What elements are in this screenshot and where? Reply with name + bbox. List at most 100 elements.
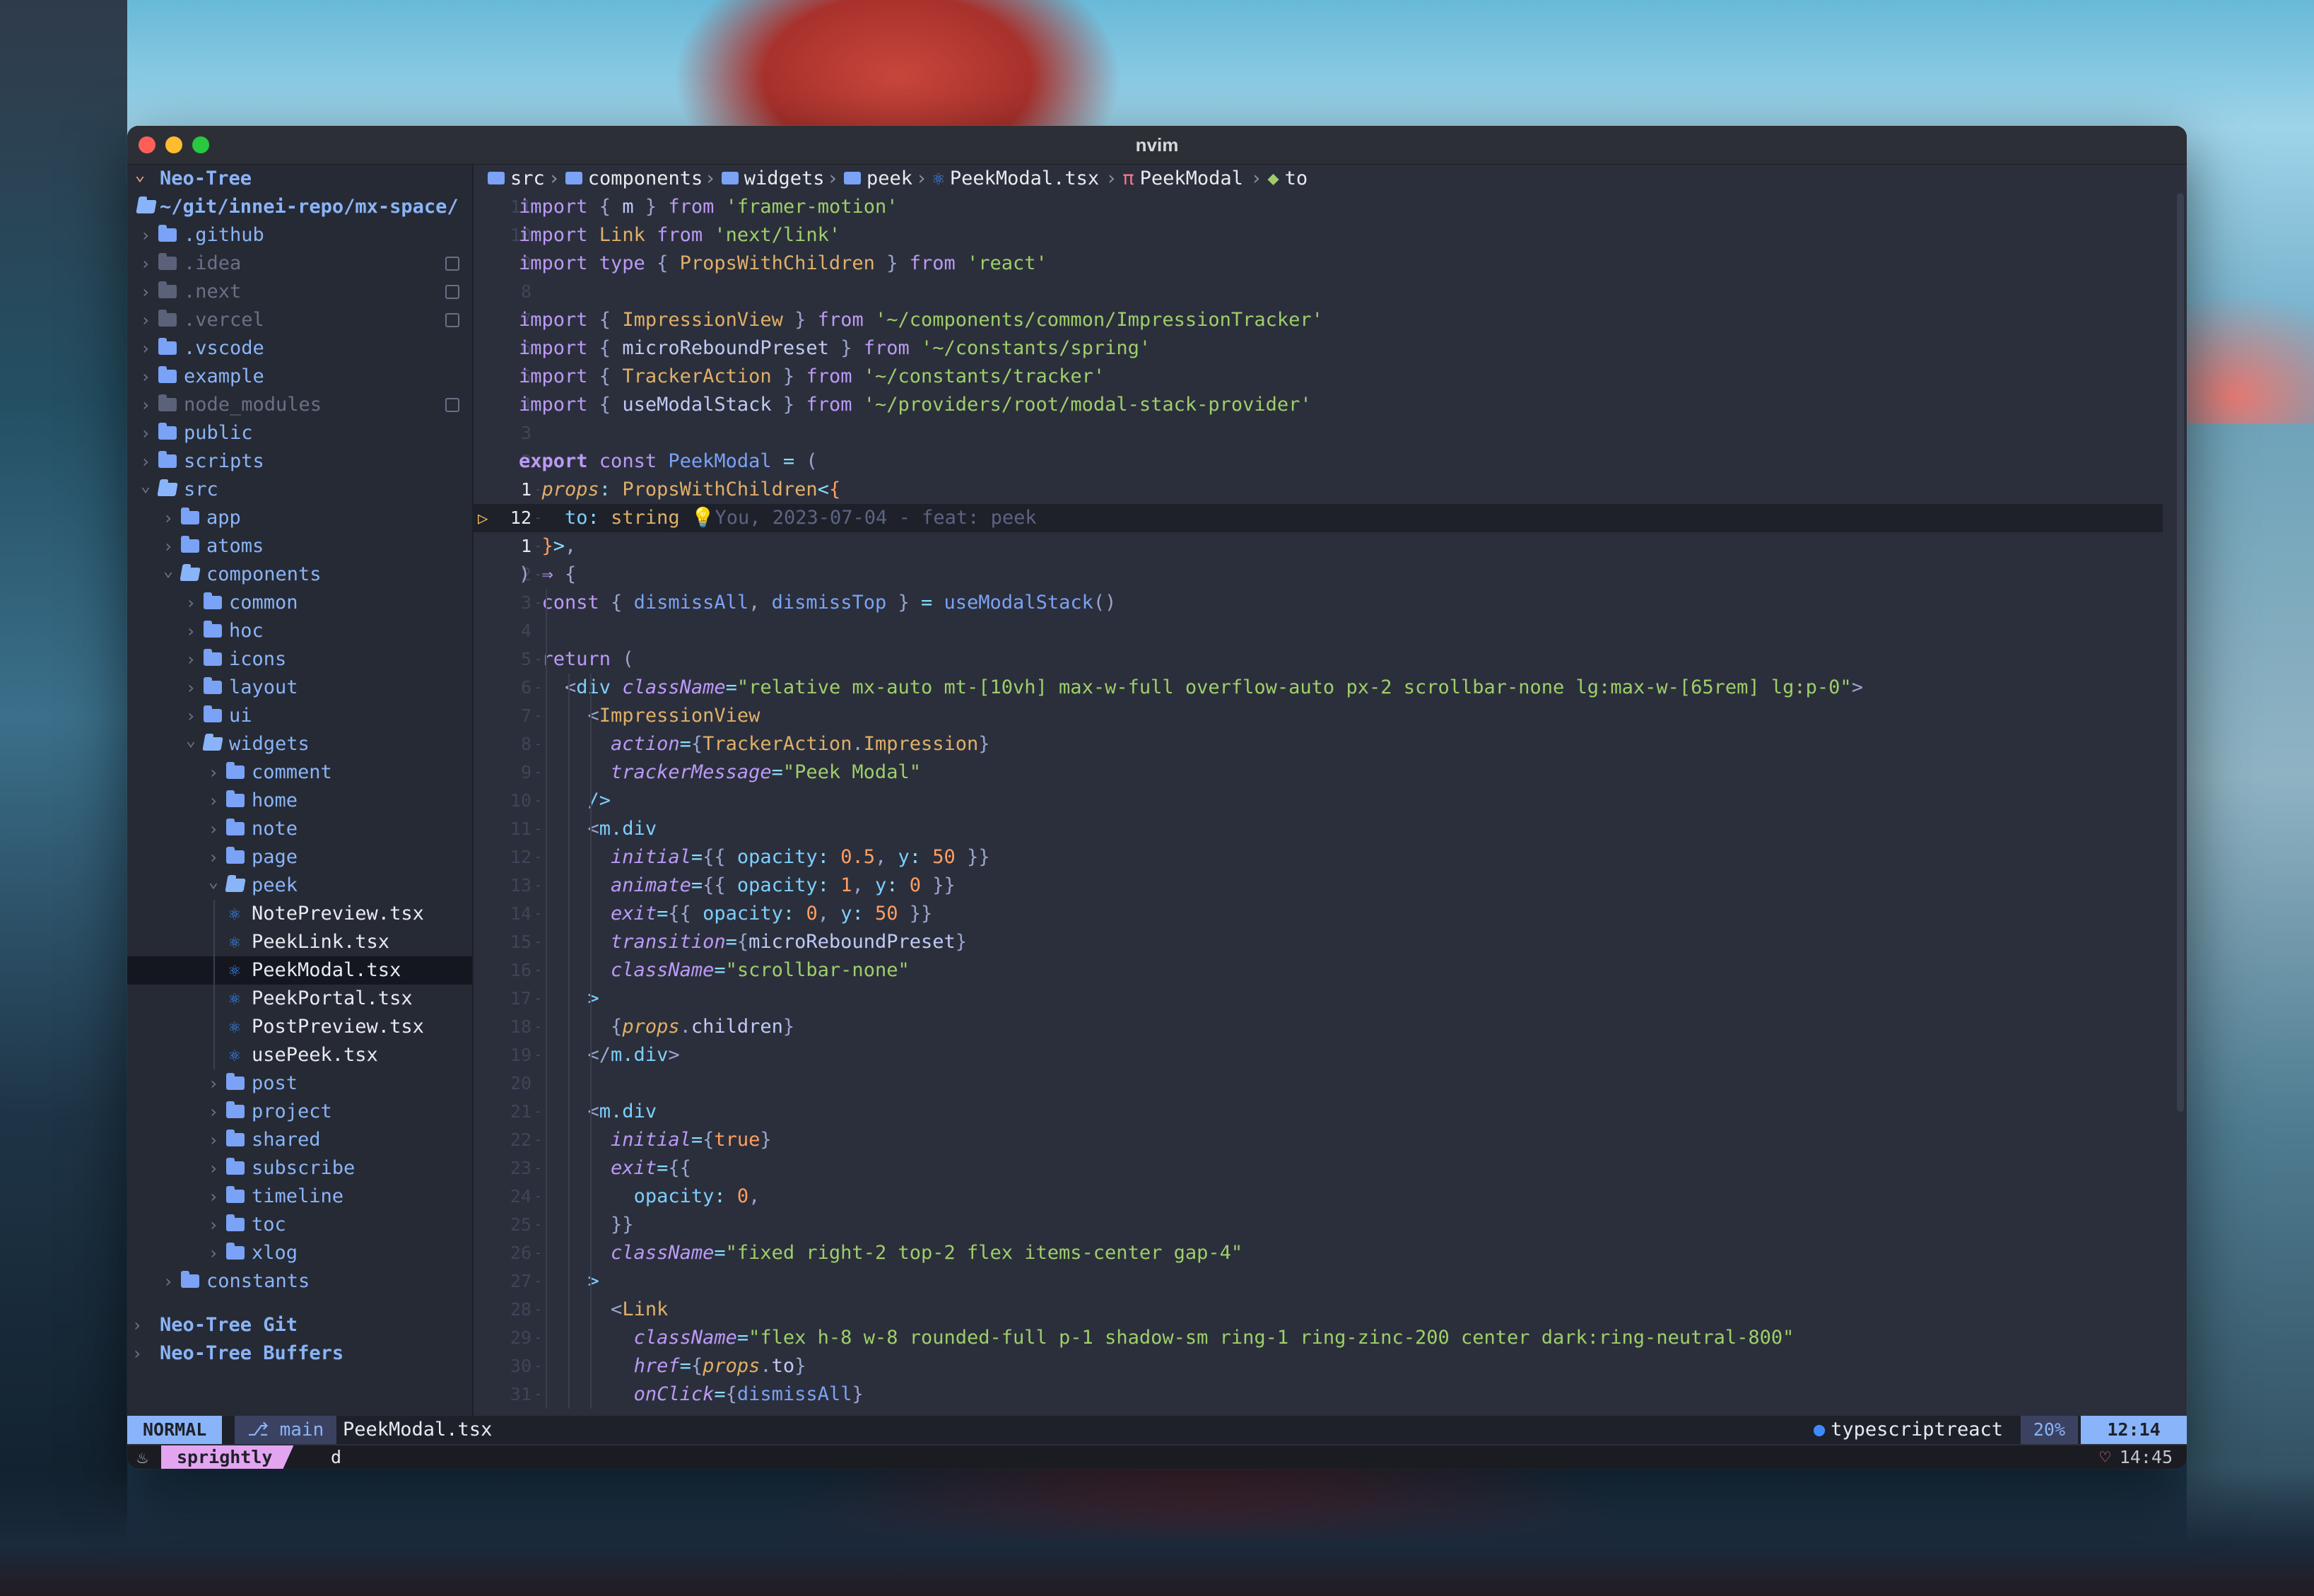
folder-item[interactable]: › post [127, 1069, 472, 1098]
folder-item[interactable]: › public [127, 419, 472, 447]
folder-item[interactable]: › icons [127, 645, 472, 674]
folder-item[interactable]: › node_modules [127, 391, 472, 419]
code-line[interactable]: export const PeekModal = ( [519, 447, 818, 476]
folder-item[interactable]: › constants [127, 1267, 472, 1296]
folder-item[interactable]: ⌄ src [127, 476, 472, 504]
code-line[interactable]: <m.div [519, 815, 657, 843]
chevron-right-icon[interactable]: › [205, 758, 222, 787]
code-line[interactable]: > [519, 1267, 599, 1296]
chevron-right-icon[interactable]: › [137, 278, 154, 306]
code-line[interactable]: /> [519, 787, 611, 815]
chevron-right-icon[interactable]: › [137, 250, 154, 278]
chevron-right-icon[interactable]: › [205, 1239, 222, 1267]
file-item[interactable]: ⚛ usePeek.tsx [127, 1041, 472, 1069]
editor-scrollbar[interactable] [2177, 193, 2184, 1112]
folder-item[interactable]: › note [127, 815, 472, 843]
file-item[interactable]: ⚛ PeekPortal.tsx [127, 985, 472, 1013]
code-line[interactable]: className="fixed right-2 top-2 flex item… [519, 1239, 1243, 1267]
folder-item[interactable]: › hoc [127, 617, 472, 645]
folder-item[interactable]: › home [127, 787, 472, 815]
code-line[interactable]: return ( [519, 645, 634, 674]
breadcrumb-item[interactable]: peek [844, 165, 912, 193]
chevron-right-icon[interactable]: › [205, 1069, 222, 1098]
chevron-right-icon[interactable]: › [205, 1098, 222, 1126]
chevron-right-icon[interactable]: › [205, 1154, 222, 1183]
code-line[interactable]: </m.div> [519, 1041, 680, 1069]
folder-item[interactable]: › layout [127, 674, 472, 702]
chevron-right-icon[interactable]: › [182, 674, 199, 702]
code-line[interactable]: <m.div [519, 1098, 657, 1126]
chevron-right-icon[interactable]: › [160, 1267, 177, 1296]
folder-item[interactable]: › comment [127, 758, 472, 787]
chevron-right-icon[interactable]: › [129, 1311, 146, 1339]
code-line[interactable]: import type { PropsWithChildren } from '… [519, 250, 1047, 278]
code-line[interactable]: className="flex h-8 w-8 rounded-full p-1… [519, 1324, 1795, 1352]
folder-item[interactable]: › ui [127, 702, 472, 730]
chevron-right-icon[interactable]: › [205, 787, 222, 815]
editor-pane[interactable]: src › components › widgets › peek › ⚛ PeekModal.t… [474, 165, 2187, 1416]
breadcrumb-item[interactable]: π PeekModal [1122, 165, 1243, 193]
file-item[interactable]: ⚛ PostPreview.tsx [127, 1013, 472, 1041]
chevron-right-icon[interactable]: › [129, 1339, 146, 1368]
chevron-down-icon[interactable]: ⌄ [160, 556, 177, 585]
code-line[interactable]: > [519, 985, 599, 1013]
chevron-down-icon[interactable]: ⌄ [205, 867, 222, 896]
folder-item[interactable]: ⌄ components [127, 561, 472, 589]
code-line[interactable]: {props.children} [519, 1013, 794, 1041]
code-line[interactable]: animate={{ opacity: 1, y: 0 }} [519, 872, 956, 900]
breadcrumb-item[interactable]: widgets [721, 165, 824, 193]
chevron-down-icon[interactable]: ⌄ [182, 726, 199, 754]
session-name[interactable]: sprightly [161, 1445, 294, 1469]
code-line[interactable]: transition={microReboundPreset} [519, 928, 967, 956]
folder-item[interactable]: › .idea [127, 250, 472, 278]
chevron-right-icon[interactable]: › [205, 1211, 222, 1239]
chevron-right-icon[interactable]: › [137, 419, 154, 447]
code-line[interactable]: exit={{ [519, 1154, 691, 1183]
file-item[interactable]: ⚛ NotePreview.tsx [127, 900, 472, 928]
folder-item[interactable]: › xlog [127, 1239, 472, 1267]
folder-item[interactable]: › timeline [127, 1183, 472, 1211]
code-line[interactable]: <ImpressionView [519, 702, 760, 730]
code-line[interactable]: import Link from 'next/link' [519, 221, 840, 250]
chevron-down-icon[interactable]: ⌄ [137, 471, 154, 500]
sidebar-root-path[interactable]: ~/git/innei-repo/mx-space/ [127, 193, 472, 221]
folder-item[interactable]: › scripts [127, 447, 472, 476]
code-line[interactable]: action={TrackerAction.Impression} [519, 730, 990, 758]
code-line[interactable]: <div className="relative mx-auto mt-[10v… [519, 674, 1863, 702]
chevron-right-icon[interactable]: › [137, 306, 154, 334]
chevron-right-icon[interactable]: › [205, 1126, 222, 1154]
code-line[interactable]: props: PropsWithChildren<{ [519, 476, 841, 504]
code-line[interactable]: to: string 💡You, 2023-07-04 - feat: peek [519, 504, 1037, 532]
chevron-right-icon[interactable]: › [160, 504, 177, 532]
chevron-right-icon[interactable]: › [182, 645, 199, 674]
code-line[interactable]: opacity: 0, [519, 1183, 760, 1211]
code-line[interactable]: exit={{ opacity: 0, y: 50 }} [519, 900, 932, 928]
chevron-down-icon[interactable]: ⌄ [131, 165, 148, 189]
code-line[interactable]: <Link [519, 1296, 668, 1324]
chevron-right-icon[interactable]: › [182, 617, 199, 645]
code-line[interactable]: ) ⇒ { [519, 561, 576, 589]
code-line[interactable]: import { ImpressionView } from '~/compon… [519, 306, 1323, 334]
code-line[interactable]: onClick={dismissAll} [519, 1380, 864, 1409]
breadcrumb-item[interactable]: ⚛ PeekModal.tsx [933, 165, 1100, 193]
folder-item[interactable]: › shared [127, 1126, 472, 1154]
code-line[interactable]: href={props.to} [519, 1352, 806, 1380]
sidebar-section-buffers[interactable]: › Neo-Tree Buffers [127, 1339, 472, 1368]
file-item[interactable]: ⚛ PeekModal.tsx [127, 956, 472, 985]
folder-item[interactable]: › page [127, 843, 472, 872]
window-command[interactable]: d [331, 1445, 341, 1469]
file-item[interactable]: ⚛ PeekLink.tsx [127, 928, 472, 956]
folder-item[interactable]: › .vercel [127, 306, 472, 334]
folder-item[interactable]: › subscribe [127, 1154, 472, 1183]
folder-item[interactable]: › project [127, 1098, 472, 1126]
folder-item[interactable]: › .vscode [127, 334, 472, 363]
code-line[interactable]: className="scrollbar-none" [519, 956, 910, 985]
close-button[interactable] [139, 136, 155, 153]
folder-item[interactable]: › toc [127, 1211, 472, 1239]
code-line[interactable]: import { microReboundPreset } from '~/co… [519, 334, 1151, 363]
code-line[interactable]: }} [519, 1211, 634, 1239]
chevron-right-icon[interactable]: › [137, 363, 154, 391]
code-line[interactable]: trackerMessage="Peek Modal" [519, 758, 921, 787]
code-line[interactable]: import { TrackerAction } from '~/constan… [519, 363, 1105, 391]
folder-item[interactable]: ⌄ peek [127, 872, 472, 900]
